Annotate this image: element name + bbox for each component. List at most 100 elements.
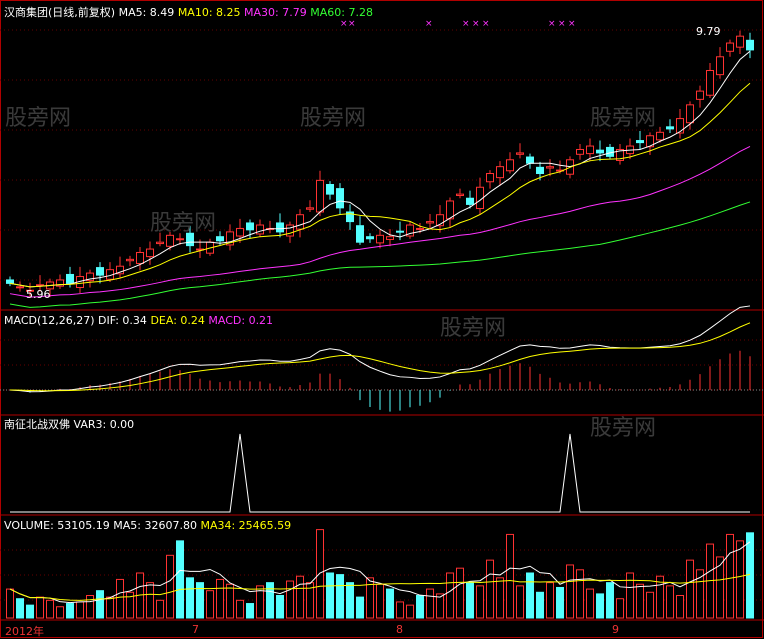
signal-marker: ×	[462, 19, 470, 29]
volume-bar	[176, 540, 184, 619]
candle-up	[506, 159, 514, 172]
volume-bar	[586, 588, 594, 619]
volume-bar	[76, 601, 84, 619]
candle-down	[336, 188, 344, 209]
dea-line	[9, 322, 751, 392]
candle-up	[706, 70, 714, 96]
candle-up	[516, 152, 524, 155]
volume-bar	[576, 569, 584, 619]
volume-bar	[66, 603, 74, 619]
watermark: 股旁网	[150, 211, 217, 236]
volume-bar	[6, 588, 14, 619]
volume-bar	[596, 593, 604, 619]
volume-bar	[346, 582, 354, 619]
volume-bar	[36, 596, 44, 619]
candle-up	[126, 258, 134, 262]
volume-bar	[216, 578, 224, 619]
candle-up	[296, 214, 304, 230]
volume-bar	[86, 595, 94, 619]
volume-bar	[526, 572, 534, 619]
volume-bar	[386, 588, 394, 619]
ma60-line	[9, 201, 751, 308]
volume-bar	[336, 574, 344, 619]
volume-bar	[46, 599, 54, 619]
volume-bar	[686, 559, 694, 619]
candle-up	[486, 173, 494, 183]
volume-bar	[546, 582, 554, 619]
volume-bar	[566, 564, 574, 619]
candle-up	[146, 248, 154, 258]
volume-bar	[506, 533, 514, 619]
xaxis-label: 7	[192, 623, 199, 636]
macd-title: MACD(12,26,27)	[4, 314, 95, 327]
volume-bar	[296, 575, 304, 619]
candle-up	[386, 236, 394, 240]
signal-marker: ×	[558, 19, 566, 29]
volume-bar	[606, 582, 614, 619]
volume-bar	[516, 585, 524, 619]
candle-down	[216, 236, 224, 242]
volume-bar	[266, 582, 274, 619]
volume-bar	[106, 596, 114, 619]
candle-down	[366, 236, 374, 240]
xaxis-label: 9	[612, 623, 619, 636]
volume-bar	[466, 582, 474, 619]
candle-up	[456, 193, 464, 196]
volume-ma34: MA34: 25465.59	[200, 519, 292, 532]
candle-down	[746, 39, 754, 51]
xaxis-label: 2012年	[5, 625, 44, 638]
volume-bar	[146, 582, 154, 619]
candle-up	[656, 131, 664, 141]
xaxis-label: 8	[396, 623, 403, 636]
volume-bar	[236, 599, 244, 619]
volume-bar	[96, 590, 104, 619]
candle-up	[416, 227, 424, 230]
candle-down	[466, 197, 474, 205]
candle-up	[376, 234, 384, 244]
volume-bar	[396, 601, 404, 619]
ma5-line	[9, 50, 751, 288]
volume-bar	[716, 556, 724, 619]
volume-bar	[246, 603, 254, 619]
candle-up	[546, 166, 554, 169]
high-price-label: 9.79	[696, 25, 721, 38]
volume-bar	[476, 585, 484, 619]
volume-bar	[616, 598, 624, 619]
volume-bar	[536, 591, 544, 619]
volume-bar	[286, 580, 294, 619]
candle-up	[676, 118, 684, 134]
ma5-label: MA5: 8.49	[118, 6, 175, 19]
candle-up	[176, 238, 184, 241]
volume-bar	[666, 585, 674, 619]
candle-up	[726, 42, 734, 52]
volume-bar	[196, 582, 204, 619]
volume-bar	[676, 595, 684, 619]
main-legend: 汉商集团(日线,前复权) MA5: 8.49 MA10: 8.25 MA30: …	[4, 4, 373, 20]
watermark: 股旁网	[590, 106, 657, 131]
volume-legend: VOLUME: 53105.19 MA5: 32607.80 MA34: 254…	[4, 519, 291, 532]
signal-marker: ×	[340, 19, 348, 29]
candle-up	[716, 56, 724, 76]
watermark: 股旁网	[5, 106, 72, 131]
candle-up	[136, 251, 144, 264]
volume-bar	[556, 586, 564, 619]
volume-ma5: MA5: 32607.80	[113, 519, 197, 532]
dea-label: DEA: 0.24	[150, 314, 205, 327]
candle-down	[396, 230, 404, 233]
candle-down	[526, 156, 534, 164]
volume-bar	[166, 554, 174, 619]
volume-bar	[26, 604, 34, 619]
candle-up	[686, 104, 694, 124]
candle-up	[496, 166, 504, 179]
signal-marker: ×	[425, 19, 433, 29]
candle-down	[606, 146, 614, 157]
candle-up	[306, 207, 314, 210]
volume-bar	[646, 591, 654, 619]
volume-bar	[156, 599, 164, 619]
signal-marker: ×	[472, 19, 480, 29]
volume-bar	[226, 583, 234, 619]
volume-bar	[366, 577, 374, 619]
var3-legend: 南征北战双佛 VAR3: 0.00	[4, 416, 134, 432]
candle-up	[696, 90, 704, 100]
volume-bar	[496, 577, 504, 619]
